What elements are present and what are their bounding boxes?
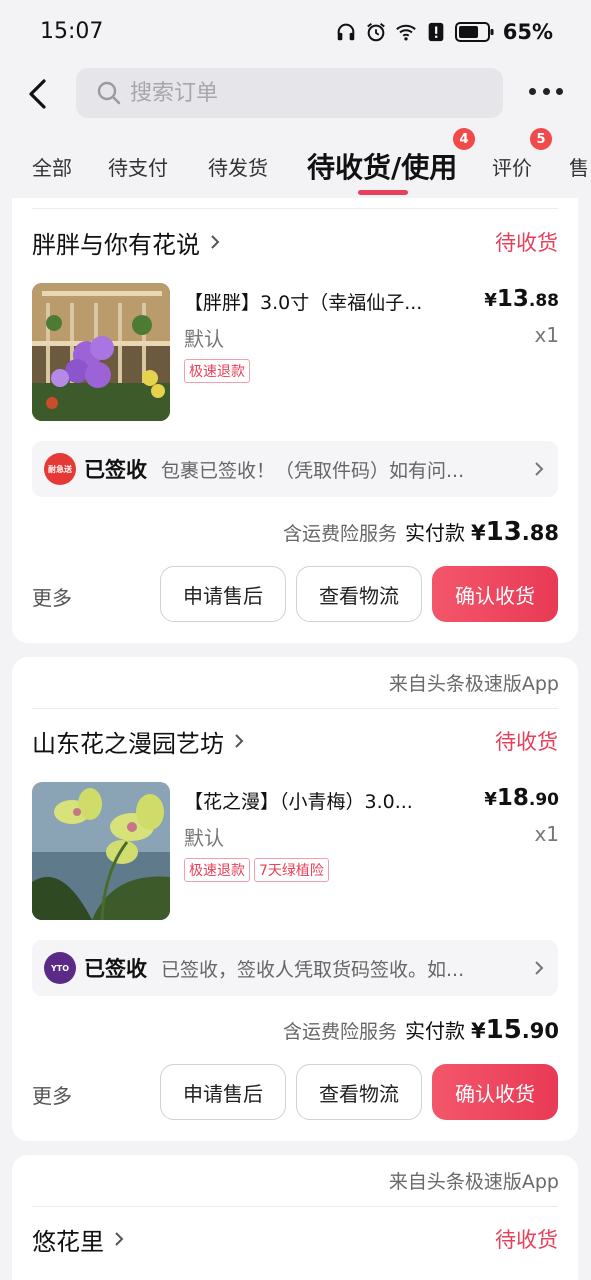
store-name[interactable]: 山东花之漫园艺坊 bbox=[32, 724, 224, 759]
chevron-right-icon bbox=[211, 235, 220, 249]
tab-pending-shipment[interactable]: 待发货 bbox=[208, 152, 268, 181]
order-status: 待收货 bbox=[495, 1228, 558, 1252]
courier-logo: 耐急送 bbox=[44, 453, 76, 485]
product-title[interactable]: 【花之漫】（小青梅）3.0... bbox=[184, 787, 474, 814]
store-name[interactable]: 悠花里 bbox=[32, 1222, 104, 1257]
tab-pending-payment[interactable]: 待支付 bbox=[108, 152, 168, 181]
chevron-right-icon bbox=[235, 734, 244, 748]
battery-percent: 65% bbox=[502, 20, 553, 44]
divider bbox=[32, 708, 558, 709]
tag-fast-refund: 极速退款 bbox=[184, 359, 250, 383]
view-logistics-button[interactable]: 查看物流 bbox=[296, 566, 422, 622]
logistics-state: 已签收 bbox=[84, 458, 147, 482]
service-tags: 极速退款 7天绿植险 bbox=[184, 858, 329, 882]
service-tags: 极速退款 bbox=[184, 359, 250, 383]
payment-summary: 含运费险服务 实付款 ¥15.90 bbox=[283, 1015, 559, 1045]
top-header bbox=[0, 64, 591, 128]
paid-amount: ¥15.90 bbox=[470, 1015, 559, 1045]
wifi-icon bbox=[395, 24, 416, 41]
after-sales-button[interactable]: 申请售后 bbox=[160, 1064, 286, 1120]
divider bbox=[32, 1206, 558, 1207]
view-logistics-button[interactable]: 查看物流 bbox=[296, 1064, 422, 1120]
chevron-right-icon bbox=[535, 961, 544, 975]
product-title[interactable]: 【胖胖】3.0寸（幸福仙子... bbox=[184, 288, 474, 315]
tag-plant-insurance: 7天绿植险 bbox=[254, 858, 329, 882]
confirm-receipt-button[interactable]: 确认收货 bbox=[432, 1064, 558, 1120]
product-image[interactable] bbox=[32, 782, 170, 920]
order-status: 待收货 bbox=[495, 730, 558, 754]
chevron-right-icon bbox=[115, 1232, 124, 1246]
search-bar[interactable] bbox=[76, 68, 503, 118]
battery-icon bbox=[454, 22, 494, 42]
confirm-receipt-button[interactable]: 确认收货 bbox=[432, 566, 558, 622]
logistics-state: 已签收 bbox=[84, 957, 147, 981]
tab-badge-reviews: 5 bbox=[530, 128, 552, 150]
product-image[interactable] bbox=[32, 283, 170, 421]
order-source: 来自头条极速版App bbox=[388, 1171, 559, 1193]
alert-icon bbox=[428, 22, 444, 42]
order-card[interactable]: 来自头条极速版App 悠花里 待收货 bbox=[12, 1155, 578, 1280]
logistics-message: 包裹已签收！（凭取件码）如有问... bbox=[161, 459, 465, 482]
tag-fast-refund: 极速退款 bbox=[184, 858, 250, 882]
product-variant: 默认 bbox=[184, 327, 224, 351]
tab-after-sales[interactable]: 售 bbox=[569, 152, 589, 181]
insurance-label: 含运费险服务 bbox=[282, 523, 397, 545]
paid-amount: ¥13.88 bbox=[470, 517, 559, 547]
tab-badge-receipt: 4 bbox=[453, 128, 475, 150]
after-sales-button[interactable]: 申请售后 bbox=[160, 566, 286, 622]
back-arrow-icon[interactable] bbox=[24, 76, 56, 112]
paid-label: 实付款 bbox=[404, 1019, 465, 1043]
product-price: ¥13.88 bbox=[484, 286, 559, 312]
tab-reviews[interactable]: 评价 bbox=[492, 152, 532, 181]
product-variant: 默认 bbox=[184, 826, 224, 850]
divider bbox=[32, 208, 558, 209]
store-header[interactable]: 山东花之漫园艺坊 待收货 bbox=[32, 723, 558, 759]
more-options-icon[interactable] bbox=[529, 84, 563, 98]
order-status: 待收货 bbox=[495, 231, 558, 255]
logistics-bar[interactable]: YTO 已签收 已签收，签收人凭取货码签收。如... bbox=[32, 940, 558, 996]
tab-pending-receipt[interactable]: 待收货/使用 bbox=[307, 146, 457, 186]
more-button[interactable]: 更多 bbox=[32, 582, 72, 611]
chevron-right-icon bbox=[535, 462, 544, 476]
order-source: 来自头条极速版App bbox=[388, 673, 559, 695]
active-tab-indicator bbox=[358, 190, 408, 195]
courier-logo: YTO bbox=[44, 952, 76, 984]
order-card[interactable]: 胖胖与你有花说 待收货 【胖胖】3.0寸（幸福仙子... ¥13.88 默认 x… bbox=[12, 198, 578, 643]
product-quantity: x1 bbox=[534, 822, 559, 846]
insurance-label: 含运费险服务 bbox=[282, 1021, 397, 1043]
alarm-icon bbox=[366, 22, 385, 42]
payment-summary: 含运费险服务 实付款 ¥13.88 bbox=[283, 517, 559, 547]
paid-label: 实付款 bbox=[404, 521, 465, 545]
product-price: ¥18.90 bbox=[484, 785, 559, 811]
tab-all[interactable]: 全部 bbox=[32, 152, 72, 181]
order-card[interactable]: 来自头条极速版App 山东花之漫园艺坊 待收货 【花之漫】（小青梅）3.0...… bbox=[12, 657, 578, 1141]
headphones-icon bbox=[337, 23, 355, 41]
logistics-bar[interactable]: 耐急送 已签收 包裹已签收！（凭取件码）如有问... bbox=[32, 441, 558, 497]
search-input[interactable] bbox=[130, 80, 430, 106]
logistics-message: 已签收，签收人凭取货码签收。如... bbox=[161, 958, 465, 981]
store-header[interactable]: 胖胖与你有花说 待收货 bbox=[32, 224, 558, 260]
search-icon bbox=[97, 81, 121, 105]
status-bar: 15:07 65% bbox=[0, 0, 591, 64]
store-header[interactable]: 悠花里 待收货 bbox=[32, 1221, 558, 1257]
product-quantity: x1 bbox=[534, 323, 559, 347]
store-name[interactable]: 胖胖与你有花说 bbox=[32, 225, 200, 260]
order-tabs: 全部 待支付 待发货 待收货/使用 4 评价 5 售 bbox=[0, 128, 591, 198]
status-time: 15:07 bbox=[40, 19, 104, 44]
more-button[interactable]: 更多 bbox=[32, 1080, 72, 1109]
